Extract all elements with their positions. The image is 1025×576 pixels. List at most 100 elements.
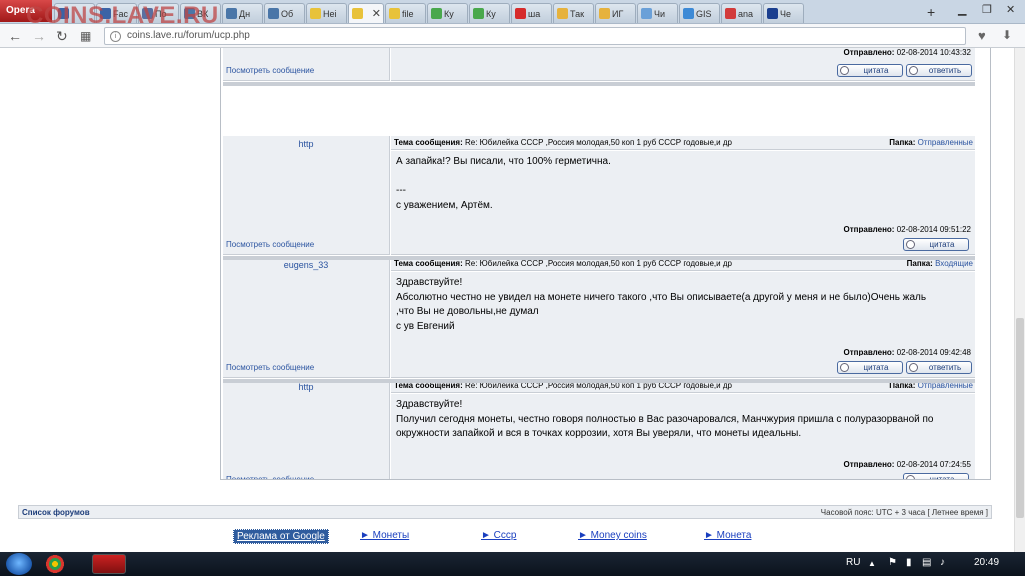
browser-tab[interactable]: Че [763, 3, 804, 23]
tab-favicon-icon [473, 8, 484, 19]
message-folder: Папка: Отправленные [889, 138, 973, 147]
volume-icon[interactable]: ♪ [940, 557, 945, 568]
speed-dial-icon[interactable]: ▦ [80, 29, 91, 43]
forum-list-link[interactable]: Список форумов [22, 508, 90, 517]
browser-tab[interactable]: file [385, 3, 426, 23]
forward-icon[interactable]: → [32, 28, 46, 44]
tab-favicon-icon [310, 8, 321, 19]
tab-strip: Opera Fac По ВК Дн Об Неі ✕ file Ку Ку шa Так ИГ Чи GI… [0, 0, 1025, 29]
tab-label: ana [738, 8, 754, 19]
folder-link[interactable]: Входящие [935, 259, 973, 268]
opera-taskbar-icon[interactable] [92, 554, 126, 574]
close-tab-icon[interactable]: ✕ [372, 7, 383, 20]
message-header: Тема сообщения: Re: Юбилейка СССР ,Росси… [391, 136, 975, 150]
browser-tab[interactable]: GIS [679, 3, 720, 23]
back-icon[interactable]: ← [8, 28, 22, 44]
reply-label: ответить [928, 66, 962, 75]
ads-bar: Реклама от Google ► Монеты ► Ссср ► Mone… [0, 529, 1025, 545]
browser-tab[interactable]: Об [264, 3, 305, 23]
tab-favicon-icon [431, 8, 442, 19]
message-line: Здравствуйте! [396, 399, 463, 410]
address-bar[interactable]: i coins.lave.ru/forum/ucp.php [104, 27, 966, 45]
quote-label: цитата [863, 363, 889, 372]
tab-favicon-icon [389, 8, 400, 19]
tab-label: GIS [696, 8, 712, 19]
ad-link-ussr[interactable]: ► Ссср [481, 530, 516, 541]
message-folder: Папка: Входящие [907, 259, 973, 268]
message-actions: цитата ответить [391, 59, 975, 81]
message-subject: Re: Юбилейка СССР ,Россия молодая,50 коп… [465, 138, 732, 147]
view-message-link[interactable]: Посмотреть сообщение [223, 468, 390, 479]
browser-tab[interactable]: ✕ [348, 3, 384, 23]
clock[interactable]: 20:49 [974, 557, 999, 568]
start-button[interactable] [6, 553, 32, 575]
timezone-text: Часовой пояс: UTC + 3 часа [ Летнее врем… [820, 508, 988, 517]
minimize-icon[interactable]: ▁ [958, 3, 966, 16]
browser-tab[interactable]: Чи [637, 3, 678, 23]
message-line: с уважением, Артём. [396, 199, 493, 211]
browser-tab[interactable]: Ку [427, 3, 468, 23]
view-message-link[interactable]: Посмотреть сообщение [223, 233, 390, 255]
browser-tab[interactable]: ИГ [595, 3, 636, 23]
browser-tab[interactable]: Так [553, 3, 594, 23]
quote-icon [906, 240, 915, 249]
message-author[interactable]: http [223, 136, 389, 149]
url-text: coins.lave.ru/forum/ucp.php [127, 30, 250, 41]
folder-link[interactable]: Отправленные [918, 138, 973, 147]
browser-tab[interactable]: шa [511, 3, 552, 23]
language-indicator[interactable]: RU [846, 557, 860, 568]
chrome-taskbar-icon[interactable] [38, 554, 72, 574]
tab-favicon-icon [515, 8, 526, 19]
close-window-icon[interactable]: ✕ [1006, 3, 1015, 16]
tab-label: Неі [323, 8, 337, 19]
view-message-link[interactable]: Посмотреть сообщение [223, 59, 390, 81]
quote-button[interactable]: цитата [837, 64, 903, 77]
message-body: Здравствуйте! Абсолютно честно не увидел … [391, 272, 975, 360]
browser-tab[interactable]: Ку [469, 3, 510, 23]
tray-expand-icon[interactable]: ▲ [868, 559, 876, 568]
quote-label: цитата [863, 66, 889, 75]
tab-favicon-icon [599, 8, 610, 19]
message-body: А запайка!? Вы писали, что 100% герметич… [391, 151, 975, 237]
ad-link-money-coins[interactable]: ► Money coins [578, 530, 647, 541]
battery-icon[interactable]: ▮ [906, 557, 912, 568]
reload-icon[interactable]: ↻ [56, 28, 68, 45]
google-ads-link[interactable]: Реклама от Google [233, 529, 329, 544]
tab-label: Че [780, 8, 792, 19]
message-line: окружности запайкой и вся в точках корро… [396, 428, 802, 439]
message-separator [223, 256, 975, 260]
ad-link-coin[interactable]: ► Монета [704, 530, 751, 541]
message-line: Получил сегодня монеты, честно говоря по… [396, 413, 934, 425]
tab-favicon-icon [641, 8, 652, 19]
page-info-icon[interactable]: i [110, 31, 121, 42]
tab-label: ИГ [612, 8, 624, 19]
browser-tab[interactable]: ana [721, 3, 762, 23]
tab-label: Так [570, 8, 585, 19]
page-scroll-thumb[interactable] [1016, 318, 1024, 518]
ad-link-coins[interactable]: ► Монеты [360, 530, 409, 541]
message-line: с ув Евгений [396, 320, 455, 332]
messages-frame: http Тема сообщения: Re: Юбилейка СССР ,Р… [220, 48, 991, 480]
reply-button[interactable]: ответить [906, 64, 972, 77]
tab-label: Об [281, 8, 294, 19]
message-author-cell: eugens_33 [223, 257, 390, 360]
network-icon[interactable]: ▤ [922, 557, 931, 568]
maximize-icon[interactable]: ❐ [982, 3, 992, 16]
web-page: http Тема сообщения: Re: Юбилейка СССР ,Р… [0, 48, 1025, 552]
new-tab-button[interactable]: + [927, 4, 941, 20]
flag-icon[interactable]: ⚑ [888, 557, 897, 568]
taskbar: RU ▲ ⚑ ▮ ▤ ♪ 20:49 [0, 552, 1025, 576]
page-scrollbar[interactable] [1014, 48, 1025, 552]
browser-tab[interactable]: Дн [222, 3, 263, 23]
quote-button[interactable]: цитата [903, 473, 969, 479]
browser-tab[interactable]: Неі [306, 3, 347, 23]
quote-button[interactable]: цитата [837, 361, 903, 374]
folder-label: Папка: [889, 138, 916, 147]
message-actions: цитата [391, 468, 975, 479]
quote-button[interactable]: цитата [903, 238, 969, 251]
heart-icon[interactable]: ♥ [978, 28, 986, 43]
download-icon[interactable]: ⬇ [1002, 28, 1012, 42]
message-actions: цитата ответить [391, 356, 975, 378]
view-message-link[interactable]: Посмотреть сообщение [223, 356, 390, 378]
reply-button[interactable]: ответить [906, 361, 972, 374]
